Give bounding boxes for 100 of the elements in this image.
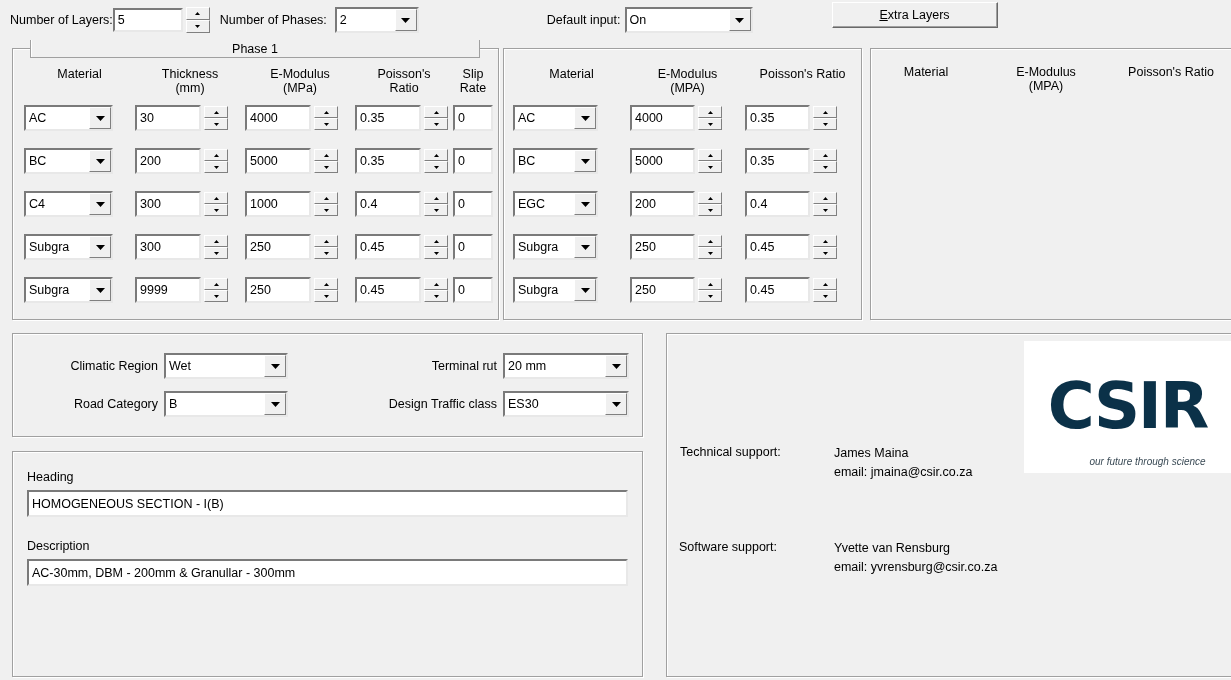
spin-up-button[interactable] <box>424 106 448 118</box>
spin-up-button[interactable] <box>204 106 228 118</box>
dropdown-button[interactable] <box>264 355 286 377</box>
thickness-field[interactable]: 300 <box>135 191 201 217</box>
poisson-field[interactable]: 0.45 <box>745 234 810 260</box>
spin-up-button[interactable] <box>314 106 338 118</box>
dropdown-button[interactable] <box>728 9 751 31</box>
material-dropdown[interactable]: Subgra <box>513 277 598 303</box>
poisson-field[interactable]: 0.35 <box>745 148 810 174</box>
spin-up-button[interactable] <box>813 149 837 161</box>
spin-up-button[interactable] <box>314 278 338 290</box>
modulus-field[interactable]: 5000 <box>245 148 311 174</box>
thickness-field[interactable]: 300 <box>135 234 201 260</box>
dropdown-button[interactable] <box>574 236 596 258</box>
spin-up-button[interactable] <box>813 278 837 290</box>
poisson-field[interactable]: 0.35 <box>745 105 810 131</box>
spin-down-button[interactable] <box>314 204 338 216</box>
spin-down-button[interactable] <box>204 204 228 216</box>
spin-down-button[interactable] <box>424 247 448 259</box>
poisson-field[interactable]: 0.35 <box>355 105 421 131</box>
spin-down-button[interactable] <box>698 204 722 216</box>
spin-down-button[interactable] <box>424 290 448 302</box>
spin-up-button[interactable] <box>813 106 837 118</box>
spin-up-button[interactable] <box>185 7 210 20</box>
dropdown-button[interactable] <box>89 193 111 215</box>
spin-down-button[interactable] <box>424 118 448 130</box>
poisson-field[interactable]: 0.35 <box>355 148 421 174</box>
poisson-field[interactable]: 0.4 <box>355 191 421 217</box>
material-dropdown[interactable]: Subgra <box>513 234 598 260</box>
spin-down-button[interactable] <box>314 290 338 302</box>
spin-down-button[interactable] <box>813 161 837 173</box>
dropdown-button[interactable] <box>89 236 111 258</box>
spin-up-button[interactable] <box>424 192 448 204</box>
spin-down-button[interactable] <box>204 247 228 259</box>
material-dropdown[interactable]: EGC <box>513 191 598 217</box>
material-dropdown[interactable]: BC <box>24 148 113 174</box>
modulus-field[interactable]: 4000 <box>245 105 311 131</box>
spin-up-button[interactable] <box>424 235 448 247</box>
dropdown-button[interactable] <box>89 150 111 172</box>
description-field[interactable]: AC-30mm, DBM - 200mm & Granullar - 300mm <box>27 559 628 586</box>
spin-down-button[interactable] <box>185 20 210 33</box>
spin-up-button[interactable] <box>813 192 837 204</box>
spin-down-button[interactable] <box>698 161 722 173</box>
spin-down-button[interactable] <box>813 290 837 302</box>
dropdown-button[interactable] <box>605 393 627 415</box>
material-dropdown[interactable]: BC <box>513 148 598 174</box>
spin-down-button[interactable] <box>204 161 228 173</box>
spin-up-button[interactable] <box>314 192 338 204</box>
modulus-field[interactable]: 250 <box>245 234 311 260</box>
dropdown-button[interactable] <box>605 355 627 377</box>
spin-down-button[interactable] <box>424 161 448 173</box>
spin-up-button[interactable] <box>698 192 722 204</box>
spin-down-button[interactable] <box>204 290 228 302</box>
slip-rate-field[interactable]: 0 <box>453 191 493 217</box>
spin-up-button[interactable] <box>698 149 722 161</box>
dropdown-button[interactable] <box>574 279 596 301</box>
modulus-field[interactable]: 250 <box>630 277 695 303</box>
spin-up-button[interactable] <box>204 278 228 290</box>
modulus-field[interactable]: 5000 <box>630 148 695 174</box>
thickness-field[interactable]: 30 <box>135 105 201 131</box>
modulus-field[interactable]: 250 <box>245 277 311 303</box>
setting-dropdown[interactable]: ES30 <box>503 391 629 417</box>
spin-down-button[interactable] <box>314 118 338 130</box>
spin-down-button[interactable] <box>424 204 448 216</box>
spin-up-button[interactable] <box>698 278 722 290</box>
heading-field[interactable]: HOMOGENEOUS SECTION - I(B) <box>27 490 628 517</box>
spin-up-button[interactable] <box>204 235 228 247</box>
material-dropdown[interactable]: C4 <box>24 191 113 217</box>
spin-down-button[interactable] <box>813 204 837 216</box>
dropdown-button[interactable] <box>574 150 596 172</box>
slip-rate-field[interactable]: 0 <box>453 277 493 303</box>
spin-up-button[interactable] <box>813 235 837 247</box>
slip-rate-field[interactable]: 0 <box>453 105 493 131</box>
layers-field[interactable]: 5 <box>112 8 183 32</box>
dropdown-button[interactable] <box>89 279 111 301</box>
poisson-field[interactable]: 0.45 <box>355 277 421 303</box>
spin-up-button[interactable] <box>204 192 228 204</box>
spin-down-button[interactable] <box>314 161 338 173</box>
dropdown-button[interactable] <box>574 193 596 215</box>
modulus-field[interactable]: 250 <box>630 234 695 260</box>
default-input-dropdown[interactable]: On <box>624 7 753 33</box>
dropdown-button[interactable] <box>394 9 417 31</box>
dropdown-button[interactable] <box>89 107 111 129</box>
spin-down-button[interactable] <box>698 118 722 130</box>
spin-up-button[interactable] <box>424 278 448 290</box>
spin-down-button[interactable] <box>698 247 722 259</box>
spin-up-button[interactable] <box>314 235 338 247</box>
dropdown-button[interactable] <box>264 393 286 415</box>
material-dropdown[interactable]: AC <box>24 105 113 131</box>
material-dropdown[interactable]: Subgra <box>24 234 113 260</box>
phases-dropdown[interactable]: 2 <box>334 7 419 33</box>
spin-down-button[interactable] <box>813 247 837 259</box>
poisson-field[interactable]: 0.45 <box>745 277 810 303</box>
extra-layers-button[interactable]: Extra Layers <box>831 2 998 28</box>
spin-down-button[interactable] <box>314 247 338 259</box>
poisson-field[interactable]: 0.4 <box>745 191 810 217</box>
modulus-field[interactable]: 1000 <box>245 191 311 217</box>
material-dropdown[interactable]: AC <box>513 105 598 131</box>
spin-up-button[interactable] <box>204 149 228 161</box>
slip-rate-field[interactable]: 0 <box>453 148 493 174</box>
